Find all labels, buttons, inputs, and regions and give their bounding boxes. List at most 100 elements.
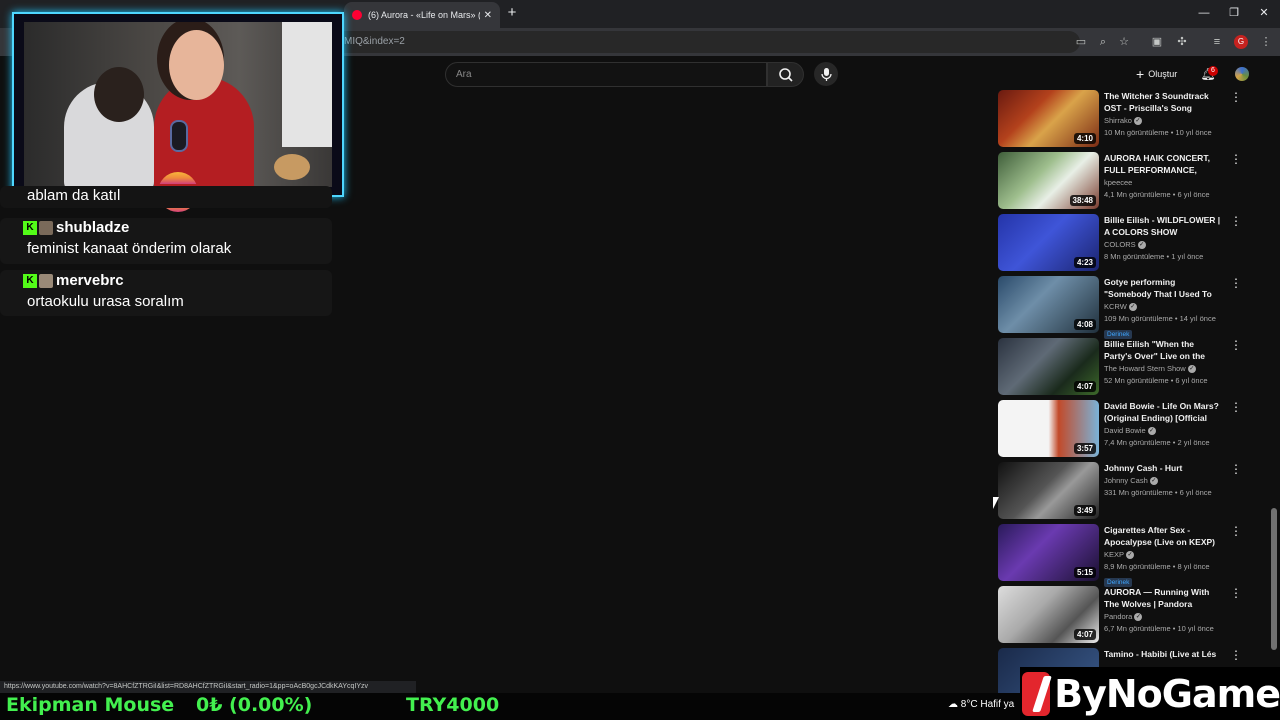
video-thumbnail[interactable]: 3:57 (998, 400, 1099, 457)
channel-name[interactable]: KEXP ✓ (1104, 550, 1224, 560)
video-thumbnail[interactable]: 4:10 (998, 90, 1099, 147)
video-title[interactable]: Johnny Cash - Hurt (1104, 462, 1224, 474)
channel-label: COLORS (1104, 240, 1136, 249)
recommendation-item[interactable]: 3:49 Johnny Cash - Hurt Johnny Cash ✓ 331… (998, 462, 1248, 524)
verified-check-icon: ✓ (1128, 303, 1137, 312)
recommendation-item[interactable]: 4:10 The Witcher 3 Soundtrack OST - Pris… (998, 90, 1248, 152)
user-badge-icon (39, 221, 53, 235)
close-window-button[interactable]: ✕ (1254, 4, 1274, 22)
profile-avatar[interactable]: G (1234, 35, 1248, 49)
tab-youtube[interactable]: (6) Aurora - «Life on Mars» (De ✕ (344, 2, 500, 28)
video-thumbnail[interactable]: 3:49 (998, 462, 1099, 519)
more-actions-icon[interactable]: ⋮ (1230, 586, 1242, 600)
puzzle-icon[interactable]: ✣ (1174, 34, 1190, 50)
video-info: AURORA — Running With The Wolves | Pando… (1104, 586, 1224, 633)
channel-name[interactable]: Johnny Cash ✓ (1104, 476, 1224, 486)
video-title[interactable]: Billie Eilish - WILDFLOWER | A COLORS SH… (1104, 214, 1224, 238)
channel-name[interactable]: COLORS ✓ (1104, 240, 1224, 250)
recommendation-item[interactable]: 4:07 Billie Eilish "When the Party's Ove… (998, 338, 1248, 400)
chat-username[interactable]: mervebrc (56, 272, 124, 289)
channel-label: KCRW (1104, 302, 1127, 311)
video-title[interactable]: AURORA — Running With The Wolves | Pando… (1104, 586, 1224, 610)
create-button[interactable]: + Oluştur (1136, 66, 1186, 82)
recommendation-item[interactable]: 4:07 AURORA — Running With The Wolves | … (998, 586, 1248, 648)
link-status-url: https://www.youtube.com/watch?v=8AHCfZTR… (0, 681, 416, 693)
maximize-button[interactable]: ❐ (1224, 4, 1244, 22)
cast-icon[interactable]: ▭ (1073, 34, 1089, 50)
recommendation-item[interactable]: 38:48 AURORA HAIK CONCERT, FULL PERFORMA… (998, 152, 1248, 214)
video-thumbnail[interactable]: 4:08 (998, 276, 1099, 333)
chat-message-text: feminist kanaat önderim olarak (27, 240, 232, 257)
recommendation-item[interactable]: 5:15 Cigarettes After Sex - Apocalypse (… (998, 524, 1248, 588)
channel-label: Johnny Cash (1104, 476, 1148, 485)
channel-name[interactable]: Shirrako ✓ (1104, 116, 1224, 126)
recommendation-item[interactable]: 4:08 Gotye performing "Somebody That I U… (998, 276, 1248, 340)
video-info: AURORA HAIK CONCERT, FULL PERFORMANCE, (… (1104, 152, 1224, 199)
more-actions-icon[interactable]: ⋮ (1230, 338, 1242, 352)
bookmark-star-icon[interactable]: ☆ (1116, 34, 1132, 50)
more-actions-icon[interactable]: ⋮ (1230, 524, 1242, 538)
channel-name[interactable]: David Bowie ✓ (1104, 426, 1224, 436)
verified-check-icon: ✓ (1147, 427, 1156, 436)
video-duration: 38:48 (1069, 195, 1096, 206)
account-avatar[interactable] (1235, 67, 1249, 81)
more-actions-icon[interactable]: ⋮ (1230, 152, 1242, 166)
video-duration: 4:07 (1073, 381, 1096, 392)
channel-name[interactable]: Pandora ✓ (1104, 612, 1224, 622)
video-meta: 6,7 Mn görüntüleme • 10 yıl önce (1104, 624, 1214, 634)
video-duration: 4:23 (1073, 257, 1096, 268)
mouse-cursor-icon (993, 497, 999, 509)
recommendation-item[interactable]: 3:57 David Bowie - Life On Mars? (Origin… (998, 400, 1248, 462)
more-actions-icon[interactable]: ⋮ (1230, 400, 1242, 414)
address-bar[interactable]: MIQ&index=2 (330, 31, 1080, 53)
video-thumbnail[interactable]: 38:48 (998, 152, 1099, 209)
more-actions-icon[interactable]: ⋮ (1230, 462, 1242, 476)
recommendations-list: 4:10 The Witcher 3 Soundtrack OST - Pris… (998, 90, 1248, 710)
scrollbar-thumb[interactable] (1271, 508, 1277, 650)
verified-check-icon: ✓ (1137, 241, 1146, 250)
media-control-icon[interactable]: ≡ (1209, 34, 1225, 50)
video-thumbnail[interactable]: 4:07 (998, 338, 1099, 395)
search-button[interactable] (767, 62, 804, 87)
video-title[interactable]: Cigarettes After Sex - Apocalypse (Live … (1104, 524, 1224, 548)
more-actions-icon[interactable]: ⋮ (1230, 214, 1242, 228)
video-title[interactable]: Billie Eilish "When the Party's Over" Li… (1104, 338, 1224, 362)
video-title[interactable]: Tamino - Habibi (Live at Lés (1104, 648, 1224, 660)
voice-search-button[interactable] (814, 62, 838, 86)
chat-username[interactable]: shubladze (56, 219, 129, 236)
channel-name[interactable]: The Howard Stern Show ✓ (1104, 364, 1224, 374)
minimize-button[interactable]: — (1194, 4, 1214, 22)
channel-name[interactable]: KCRW ✓ (1104, 302, 1224, 312)
youtube-favicon-icon (352, 10, 362, 20)
chat-message: K mervebrc ortaokulu urasa soralım (0, 270, 332, 316)
video-info: The Witcher 3 Soundtrack OST - Priscilla… (1104, 90, 1224, 137)
taskbar-weather: ☁ 8°C Hafif ya (948, 699, 1014, 710)
zoom-icon[interactable]: ⌕ (1095, 34, 1111, 50)
video-title[interactable]: David Bowie - Life On Mars? (Original En… (1104, 400, 1224, 424)
new-tab-button[interactable]: + (505, 4, 519, 22)
microphone (170, 120, 188, 152)
webcam-overlay (12, 12, 344, 197)
video-title[interactable]: AURORA HAIK CONCERT, FULL PERFORMANCE, (… (1104, 152, 1224, 176)
extension-icon[interactable]: ▣ (1149, 34, 1165, 50)
streamer-left-head (94, 67, 144, 122)
ticker-change: 0₺ (0.00%) (196, 694, 313, 716)
browser-menu-icon[interactable]: ⋮ (1258, 34, 1274, 50)
tab-close-icon[interactable]: ✕ (484, 10, 492, 21)
more-actions-icon[interactable]: ⋮ (1230, 276, 1242, 290)
video-meta: 8 Mn görüntüleme • 1 yıl önce (1104, 252, 1204, 262)
bowl (274, 154, 310, 180)
more-actions-icon[interactable]: ⋮ (1230, 90, 1242, 104)
video-title[interactable]: The Witcher 3 Soundtrack OST - Priscilla… (1104, 90, 1224, 114)
video-thumbnail[interactable]: 5:15 (998, 524, 1099, 581)
video-title[interactable]: Gotye performing "Somebody That I Used T… (1104, 276, 1224, 300)
video-duration: 4:08 (1073, 319, 1096, 330)
chat-message: K shubladze feminist kanaat önderim olar… (0, 218, 332, 264)
more-actions-icon[interactable]: ⋮ (1230, 648, 1242, 662)
kick-badge-icon: K (23, 274, 37, 288)
video-thumbnail[interactable]: 4:07 (998, 586, 1099, 643)
recommendation-item[interactable]: 4:23 Billie Eilish - WILDFLOWER | A COLO… (998, 214, 1248, 276)
channel-name[interactable]: kpeecee (1104, 178, 1224, 187)
video-thumbnail[interactable]: 4:23 (998, 214, 1099, 271)
search-input[interactable]: Ara (445, 62, 767, 87)
